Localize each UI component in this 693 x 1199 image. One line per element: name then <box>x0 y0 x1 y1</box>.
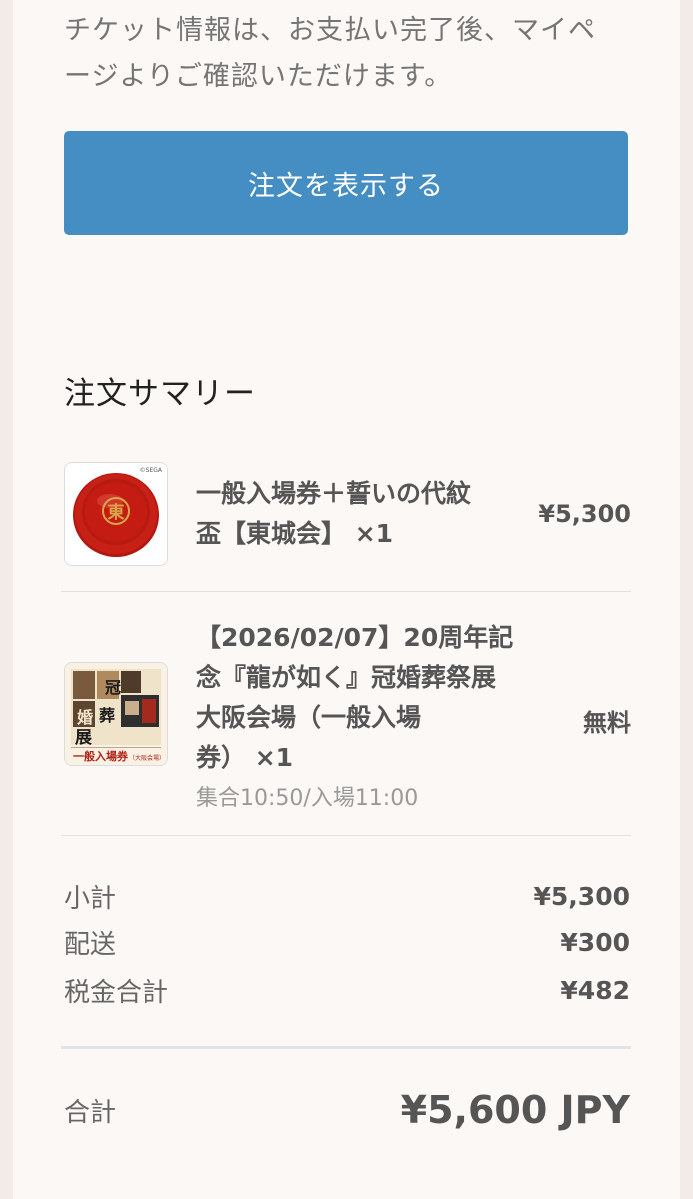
image-brand-text: ©SEGA <box>140 467 163 474</box>
red-sake-cup-image: ©SEGA 東 <box>64 462 168 566</box>
shipping-row: 配送 ¥300 <box>64 922 630 962</box>
total-label: 合計 <box>64 1097 117 1128</box>
notice-line-1: チケット情報は、お支払い完了後、マイペ <box>64 15 596 46</box>
view-order-button[interactable]: 注文を表示する <box>64 131 628 235</box>
tax-label: 税金合計 <box>64 977 169 1008</box>
poster-char: 婚 <box>77 708 93 727</box>
poster-char: 展 <box>75 728 92 748</box>
item-name: 【2026/02/07】20周年記 念『龍が如く』冠婚葬祭展 大阪会場（一般入場… <box>196 618 513 778</box>
item-name: 一般入場券＋誓いの代紋 盃【東城会】 ×1 <box>196 474 471 554</box>
poster-caption-sub: （大阪会場） <box>129 754 165 762</box>
total-value: ¥5,600 JPY <box>400 1088 630 1132</box>
item-name-line: 大阪会場（一般入場 <box>196 703 422 732</box>
item-price: ¥5,300 <box>538 500 631 528</box>
item-name-line: 【2026/02/07】20周年記 <box>196 623 514 652</box>
exhibition-poster-image: 冠 婚 葬 展 一般入場券 （大阪会場） <box>64 662 168 766</box>
tax-value: ¥482 <box>560 975 630 1005</box>
item-schedule: 集合10:50/入場11:00 <box>196 786 419 811</box>
tax-row: 税金合計 ¥482 <box>64 970 630 1010</box>
checkout-page: チケット情報は、お支払い完了後、マイペ ージよりご確認いただけます。 注文を表示… <box>13 0 680 1199</box>
item-divider <box>61 591 631 592</box>
total-divider <box>61 1046 631 1049</box>
poster-char: 冠 <box>105 678 121 697</box>
subtotal-value: ¥5,300 <box>533 881 630 911</box>
item-divider <box>61 835 631 836</box>
shipping-value: ¥300 <box>560 927 630 957</box>
line-item: ©SEGA 東 一般入場券＋誓いの代紋 盃【東城会】 ×1 ¥5,300 <box>61 462 631 566</box>
subtotal-row: 小計 ¥5,300 <box>64 876 630 916</box>
cup-emblem-text: 東 <box>108 502 125 523</box>
shipping-label: 配送 <box>64 929 117 960</box>
ticket-info-notice: チケット情報は、お支払い完了後、マイペ ージよりご確認いただけます。 <box>64 8 624 100</box>
item-name-line: 一般入場券＋誓いの代紋 <box>196 479 472 508</box>
subtotal-label: 小計 <box>64 883 117 914</box>
item-name-line: 念『龍が如く』冠婚葬祭展 <box>196 663 497 692</box>
item-name-line: 券） ×1 <box>196 743 294 772</box>
line-item: 冠 婚 葬 展 一般入場券 （大阪会場） 【2026/02/07】20周年記 念… <box>61 618 631 818</box>
poster-caption: 一般入場券 <box>73 749 129 763</box>
notice-line-2: ージよりご確認いただけます。 <box>64 61 453 92</box>
total-row: 合計 ¥5,600 JPY <box>64 1082 630 1138</box>
order-summary-title: 注文サマリー <box>64 376 256 412</box>
item-price: 無料 <box>583 709 631 737</box>
poster-char: 葬 <box>99 706 115 725</box>
item-name-line: 盃【東城会】 ×1 <box>196 519 394 548</box>
